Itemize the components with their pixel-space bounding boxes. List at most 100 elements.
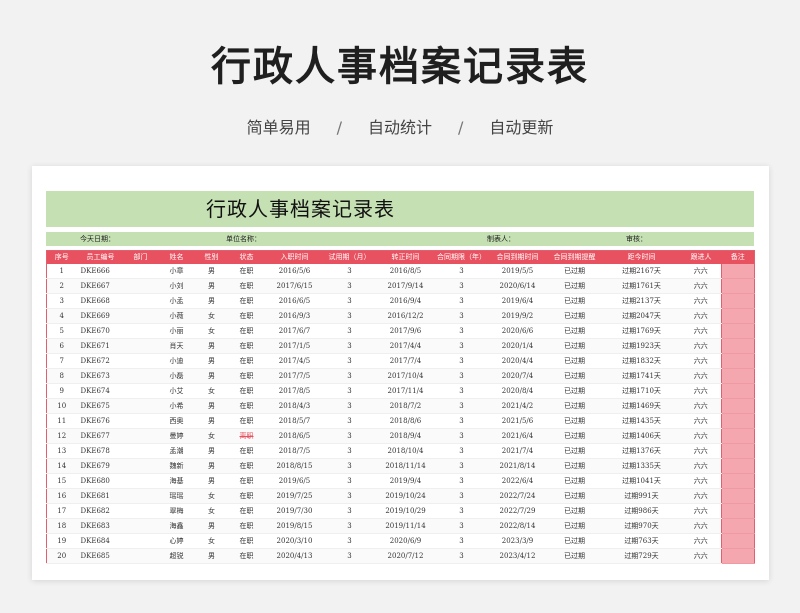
table-cell[interactable]: 过期1406天 (602, 428, 681, 444)
table-row[interactable]: 14 DKE679 魏新男在职 2018/8/15 3 2018/11/14 3 2021/8… (46, 458, 755, 474)
table-cell[interactable]: 3 (322, 353, 377, 369)
column-header[interactable]: 合同到期时间 (488, 250, 547, 264)
table-cell[interactable]: 已过期 (546, 293, 603, 309)
table-cell[interactable]: DKE675 (76, 398, 125, 414)
table-cell[interactable] (721, 413, 755, 429)
table-cell[interactable]: 在职 (226, 353, 267, 369)
table-cell[interactable]: 2020/8/4 (488, 383, 547, 399)
table-row[interactable]: 20 DKE685 超锐男在职 2020/4/13 3 2020/7/12 3 2023/4/… (46, 548, 755, 564)
table-cell[interactable]: 过期1335天 (602, 458, 681, 474)
table-cell[interactable]: 14 (46, 458, 77, 474)
table-cell[interactable]: 孟潮 (156, 443, 197, 459)
table-cell[interactable] (124, 293, 157, 309)
column-header[interactable]: 入职时间 (266, 250, 323, 264)
table-cell[interactable]: 2020/6/9 (376, 533, 435, 549)
table-cell[interactable] (124, 353, 157, 369)
table-cell[interactable] (721, 338, 755, 354)
table-cell[interactable] (124, 338, 157, 354)
table-cell[interactable]: 3 (322, 533, 377, 549)
table-row[interactable]: 6 DKE671 肖天男在职 2017/1/5 3 2017/4/4 3 2020/1/4 已过… (46, 338, 755, 354)
table-cell[interactable] (721, 518, 755, 534)
table-cell[interactable]: DKE684 (76, 533, 125, 549)
table-cell[interactable]: 男 (196, 293, 227, 309)
table-cell[interactable]: 2019/9/2 (488, 308, 547, 324)
table-cell[interactable]: 1 (46, 264, 77, 279)
table-cell[interactable]: 3 (434, 548, 489, 564)
table-cell[interactable]: 2023/4/12 (488, 548, 547, 564)
table-cell[interactable]: 过期763天 (602, 533, 681, 549)
column-header[interactable]: 性别 (196, 250, 227, 264)
table-cell[interactable]: 男 (196, 353, 227, 369)
table-cell[interactable] (721, 308, 755, 324)
table-cell[interactable]: 已过期 (546, 503, 603, 519)
table-cell[interactable]: 3 (434, 278, 489, 294)
table-row[interactable]: 15 DKE680 海基男在职 2019/6/5 3 2019/9/4 3 2022/6/4 已… (46, 473, 755, 489)
table-cell[interactable] (124, 428, 157, 444)
table-cell[interactable]: 2020/4/4 (488, 353, 547, 369)
table-cell[interactable] (721, 383, 755, 399)
table-cell[interactable]: 4 (46, 308, 77, 324)
table-cell[interactable]: 2017/6/15 (266, 278, 323, 294)
table-cell[interactable]: 男 (196, 338, 227, 354)
table-cell[interactable]: DKE672 (76, 353, 125, 369)
table-cell[interactable]: 3 (322, 503, 377, 519)
table-cell[interactable]: 2018/11/14 (376, 458, 435, 474)
table-row[interactable]: 3 DKE668 小孟男在职 2016/6/5 3 2016/9/4 3 2019/6/4 已过… (46, 293, 755, 309)
table-cell[interactable]: 已过期 (546, 264, 603, 279)
table-cell[interactable]: 女 (196, 503, 227, 519)
table-cell[interactable]: 3 (434, 488, 489, 504)
table-cell[interactable] (721, 473, 755, 489)
table-cell[interactable]: 2021/7/4 (488, 443, 547, 459)
table-cell[interactable]: 10 (46, 398, 77, 414)
table-cell[interactable]: 3 (434, 338, 489, 354)
table-row[interactable]: 8 DKE673 小磊男在职 2017/7/5 3 2017/10/4 3 2020/7/4 已… (46, 368, 755, 384)
table-cell[interactable]: 2021/5/6 (488, 413, 547, 429)
table-cell[interactable]: 2016/6/5 (266, 293, 323, 309)
table-cell[interactable]: 女 (196, 488, 227, 504)
table-cell[interactable]: 小薇 (156, 308, 197, 324)
table-cell[interactable]: 3 (322, 338, 377, 354)
table-cell[interactable]: 3 (434, 413, 489, 429)
table-cell[interactable]: 在职 (226, 413, 267, 429)
table-cell[interactable]: 六六 (680, 518, 722, 534)
table-cell[interactable]: 曼婷 (156, 428, 197, 444)
table-cell[interactable] (124, 488, 157, 504)
table-cell[interactable]: 3 (434, 428, 489, 444)
table-cell[interactable]: 15 (46, 473, 77, 489)
column-header[interactable]: 备注 (721, 250, 755, 264)
table-cell[interactable]: 在职 (226, 443, 267, 459)
table-cell[interactable]: 2020/6/6 (488, 323, 547, 339)
table-cell[interactable]: 3 (434, 458, 489, 474)
table-cell[interactable]: 肖天 (156, 338, 197, 354)
table-cell[interactable]: 2022/8/14 (488, 518, 547, 534)
table-cell[interactable]: 离职 (226, 428, 267, 444)
table-cell[interactable]: DKE683 (76, 518, 125, 534)
table-cell[interactable]: 3 (434, 368, 489, 384)
table-cell[interactable]: 过期1741天 (602, 368, 681, 384)
table-cell[interactable]: 已过期 (546, 338, 603, 354)
column-header[interactable]: 合同到期提醒 (546, 250, 603, 264)
table-cell[interactable]: 9 (46, 383, 77, 399)
table-cell[interactable] (124, 443, 157, 459)
table-row[interactable]: 10 DKE675 小希男在职 2018/4/3 3 2018/7/2 3 2021/4/2 已… (46, 398, 755, 414)
table-cell[interactable]: 已过期 (546, 368, 603, 384)
table-cell[interactable]: DKE681 (76, 488, 125, 504)
table-cell[interactable]: 19 (46, 533, 77, 549)
table-cell[interactable]: 已过期 (546, 413, 603, 429)
table-cell[interactable]: 西奥 (156, 413, 197, 429)
table-cell[interactable]: 六六 (680, 368, 722, 384)
table-cell[interactable]: 2016/5/6 (266, 264, 323, 279)
table-cell[interactable]: 小希 (156, 398, 197, 414)
table-cell[interactable] (721, 548, 755, 564)
table-cell[interactable]: 男 (196, 398, 227, 414)
table-cell[interactable] (721, 533, 755, 549)
table-cell[interactable]: 2018/6/5 (266, 428, 323, 444)
table-cell[interactable]: 六六 (680, 533, 722, 549)
table-cell[interactable] (721, 368, 755, 384)
table-cell[interactable] (124, 368, 157, 384)
table-cell[interactable]: 2019/6/5 (266, 473, 323, 489)
table-cell[interactable]: 3 (434, 383, 489, 399)
table-cell[interactable]: 在职 (226, 488, 267, 504)
table-cell[interactable]: 过期1761天 (602, 278, 681, 294)
table-cell[interactable]: 3 (322, 383, 377, 399)
